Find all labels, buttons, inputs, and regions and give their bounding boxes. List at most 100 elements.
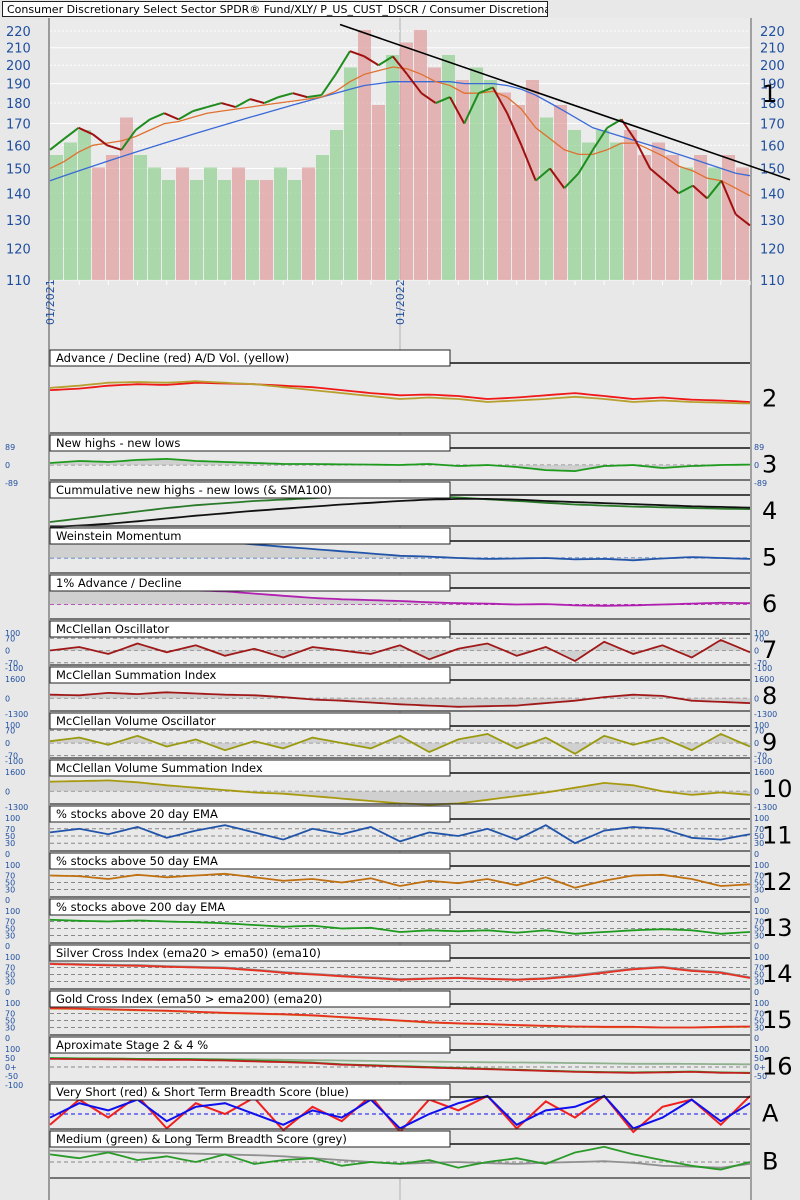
left-tick: 100 <box>5 1045 20 1054</box>
volume-bar <box>680 167 693 280</box>
left-tick: 0 <box>5 1034 10 1043</box>
chart-title: Consumer Discretionary Select Sector SPD… <box>2 1 548 17</box>
volume-bar <box>218 180 231 280</box>
panel-title: McClellan Volume Oscillator <box>56 714 216 728</box>
volume-bar <box>666 155 679 280</box>
price-tick-left: 110 <box>6 274 31 289</box>
left-tick: 100 <box>5 907 20 916</box>
date-label: 01/2022 <box>394 279 407 325</box>
price-tick-right: 160 <box>760 139 785 154</box>
volume-bar <box>540 117 553 280</box>
left-tick: -1300 <box>5 710 28 719</box>
panel-title: Cummulative new highs - new lows (& SMA1… <box>56 483 332 497</box>
breadth-chart: 220 220210 210200 200190 190180 180170 170160 1… <box>0 0 800 1200</box>
volume-bar <box>302 167 315 280</box>
left-tick: 30 <box>5 839 15 848</box>
right-tick: -100 <box>754 757 772 766</box>
volume-bar <box>64 142 77 280</box>
panel-number: 11 <box>762 822 793 850</box>
panel-number: 3 <box>762 451 777 479</box>
left-tick: -1300 <box>5 803 28 812</box>
price-tick-left: 120 <box>6 243 31 258</box>
volume-bar <box>92 167 105 280</box>
panel-title: Silver Cross Index (ema20 > ema50) (ema1… <box>56 946 321 960</box>
price-tick-left: 150 <box>6 162 31 177</box>
volume-bar <box>344 67 357 280</box>
left-tick: 30 <box>5 886 15 895</box>
volume-bar <box>414 30 427 280</box>
volume-bar <box>162 180 175 280</box>
left-tick: -89 <box>5 479 18 488</box>
left-tick: 0 <box>5 850 10 859</box>
price-tick-left: 160 <box>6 139 31 154</box>
volume-bar <box>204 167 217 280</box>
panel-title: Weinstein Momentum <box>56 529 182 543</box>
volume-bar <box>260 180 273 280</box>
left-tick: 70 <box>5 726 15 735</box>
right-tick: 0 <box>754 787 759 796</box>
left-tick: 0 <box>5 942 10 951</box>
panel-number: A <box>762 1100 779 1128</box>
volume-bar <box>722 155 735 280</box>
date-label: 01/2021 <box>44 279 57 325</box>
right-tick: 0 <box>754 694 759 703</box>
volume-bar <box>624 130 637 280</box>
right-tick: 0 <box>754 647 759 656</box>
panel-title: % stocks above 200 day EMA <box>56 900 225 914</box>
left-tick: 0+ <box>5 1063 17 1072</box>
panel-title: McClellan Summation Index <box>56 668 217 682</box>
volume-bar <box>484 80 497 280</box>
left-tick: 1600 <box>5 768 25 777</box>
panel-number: 4 <box>762 497 777 525</box>
volume-bar <box>330 130 343 280</box>
volume-bar <box>386 55 399 280</box>
price-tick-right: 110 <box>760 274 785 289</box>
right-tick: -1300 <box>754 710 777 719</box>
panel-title: Aproximate Stage 2 & 4 % <box>56 1038 208 1052</box>
panel-number: 13 <box>762 914 793 942</box>
panel-number: 12 <box>762 868 793 896</box>
volume-bar <box>134 155 147 280</box>
left-tick: 50 <box>5 1054 15 1063</box>
right-tick: 0 <box>754 739 759 748</box>
price-tick-left: 170 <box>6 118 31 133</box>
panel-title: Very Short (red) & Short Term Breadth Sc… <box>56 1085 349 1099</box>
volume-bar <box>176 167 189 280</box>
left-tick: -100 <box>5 1081 23 1090</box>
volume-bar <box>512 105 525 280</box>
left-tick: 100 <box>5 861 20 870</box>
panel-title: % stocks above 50 day EMA <box>56 854 218 868</box>
price-tick-right: 200 <box>760 59 785 74</box>
price-tick-right: 170 <box>760 118 785 133</box>
right-tick: 0 <box>754 988 759 997</box>
panel-title: Gold Cross Index (ema50 > ema200) (ema20… <box>56 992 322 1006</box>
volume-bar <box>372 105 385 280</box>
left-tick: 0 <box>5 694 10 703</box>
left-tick: 0 <box>5 896 10 905</box>
volume-bar <box>50 155 63 280</box>
volume-bar <box>694 155 707 280</box>
panel-number: 10 <box>762 775 793 803</box>
panel-number: 8 <box>762 682 777 710</box>
volume-bar <box>232 167 245 280</box>
right-tick: -1300 <box>754 803 777 812</box>
volume-bar <box>246 180 259 280</box>
left-tick: 100 <box>5 999 20 1008</box>
panel-number: 6 <box>762 590 777 618</box>
price-tick-left: 130 <box>6 214 31 229</box>
price-tick-left: 210 <box>6 42 31 57</box>
price-tick-right: 130 <box>760 214 785 229</box>
price-tick-left: 200 <box>6 59 31 74</box>
volume-bar <box>288 180 301 280</box>
price-tick-left: 220 <box>6 25 31 40</box>
left-tick: 70 <box>5 634 15 643</box>
panel-title: 1% Advance / Decline <box>56 576 182 590</box>
panel-title: McClellan Volume Summation Index <box>56 761 263 775</box>
left-tick: 100 <box>5 953 20 962</box>
left-tick: 0 <box>5 647 10 656</box>
panel-title: McClellan Oscillator <box>56 622 169 636</box>
panel-number: 7 <box>762 636 777 664</box>
volume-bar <box>274 167 287 280</box>
right-tick: 0 <box>754 896 759 905</box>
volume-bar <box>148 167 161 280</box>
